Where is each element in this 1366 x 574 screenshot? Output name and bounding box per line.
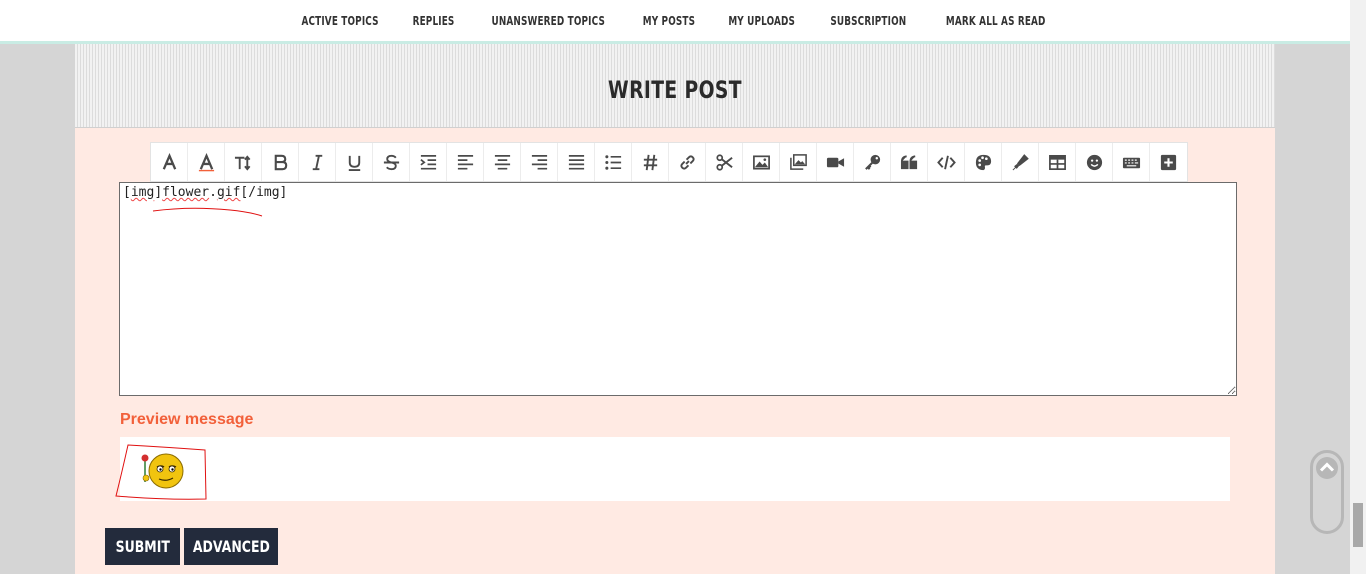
image-icon[interactable] (743, 143, 780, 181)
cut-icon[interactable] (706, 143, 743, 181)
video-icon[interactable] (817, 143, 854, 181)
font-color-icon[interactable] (188, 143, 225, 181)
title-bar: WRITE POST (75, 44, 1275, 128)
nav-active-topics[interactable]: Active topics (302, 14, 379, 28)
font-size-icon[interactable] (225, 143, 262, 181)
link-icon[interactable] (669, 143, 706, 181)
chevron-up-icon (1316, 457, 1338, 479)
nav-replies[interactable]: Replies (412, 14, 454, 28)
nav-subscription[interactable]: Subscription (831, 14, 907, 28)
smiley-flower-icon (141, 453, 184, 489)
annotation-underline (152, 207, 263, 217)
align-center-icon[interactable] (484, 143, 521, 181)
preview-box (120, 437, 1230, 501)
palette-icon[interactable] (965, 143, 1002, 181)
strikethrough-icon[interactable] (373, 143, 410, 181)
preview-image (115, 444, 207, 500)
advanced-button[interactable]: ADVANCED (184, 528, 278, 565)
page-title: WRITE POST (608, 76, 742, 104)
font-icon[interactable] (151, 143, 188, 181)
keyboard-icon[interactable] (1113, 143, 1150, 181)
nav-unanswered-topics[interactable]: Unanswered topics (491, 14, 605, 28)
key-icon[interactable] (854, 143, 891, 181)
editor-text: [img]flower.gif[/img] (123, 185, 288, 200)
message-textarea[interactable]: [img]flower.gif[/img] (119, 182, 1237, 396)
align-left-icon[interactable] (447, 143, 484, 181)
nav-mark-all-read[interactable]: Mark all as read (946, 14, 1046, 28)
code-icon[interactable] (928, 143, 965, 181)
emoji-icon[interactable] (1076, 143, 1113, 181)
align-right-icon[interactable] (521, 143, 558, 181)
indent-icon[interactable] (410, 143, 447, 181)
preview-label: Preview message (120, 411, 254, 428)
hashtag-icon[interactable] (632, 143, 669, 181)
submit-button[interactable]: SUBMIT (105, 528, 180, 565)
scrollbar-thumb[interactable] (1353, 503, 1363, 547)
nav-my-uploads[interactable]: My uploads (728, 14, 795, 28)
scroll-to-top-button[interactable] (1310, 450, 1344, 534)
gallery-icon[interactable] (780, 143, 817, 181)
underline-icon[interactable] (336, 143, 373, 181)
highlighter-icon[interactable] (1002, 143, 1039, 181)
nav-my-posts[interactable]: My posts (643, 14, 695, 28)
page-scrollbar[interactable] (1350, 0, 1366, 574)
quote-icon[interactable] (891, 143, 928, 181)
italic-icon[interactable] (299, 143, 336, 181)
top-navigation: Active topics Replies Unanswered topics … (0, 0, 1350, 44)
list-icon[interactable] (595, 143, 632, 181)
table-icon[interactable] (1039, 143, 1076, 181)
justify-icon[interactable] (558, 143, 595, 181)
bold-icon[interactable] (262, 143, 299, 181)
plus-icon[interactable] (1150, 143, 1187, 181)
editor-toolbar (150, 142, 1188, 182)
